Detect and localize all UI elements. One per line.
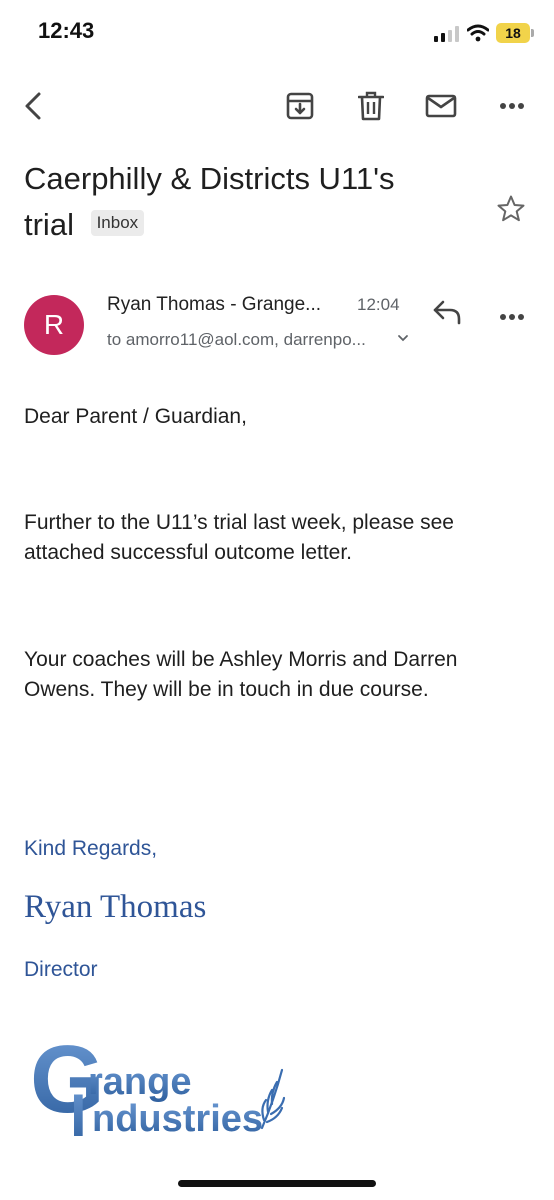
- battery-indicator: 18: [496, 23, 530, 43]
- chevron-left-icon: [25, 92, 41, 120]
- reply-button[interactable]: [432, 299, 462, 330]
- signature-name: Ryan Thomas: [24, 889, 207, 925]
- archive-button[interactable]: [283, 89, 317, 123]
- message-more-button[interactable]: [499, 308, 525, 326]
- inbox-label-badge[interactable]: Inbox: [90, 209, 145, 236]
- archive-icon: [286, 92, 314, 120]
- paragraph-1-line-2: attached successful outcome letter.: [24, 541, 353, 564]
- expand-recipients-chevron-icon[interactable]: [397, 330, 409, 346]
- email-subject: Caerphilly & Districts U11's trial Inbox: [24, 156, 464, 248]
- logo-text-range: range: [88, 1061, 191, 1103]
- subject-line-1: Caerphilly & Districts U11's: [24, 161, 395, 196]
- email-time: 12:04: [357, 295, 400, 314]
- status-time: 12:43: [38, 18, 95, 43]
- email-greeting: Dear Parent / Guardian,: [24, 405, 247, 428]
- paragraph-2-line-2: Owens. They will be in touch in due cour…: [24, 678, 429, 701]
- mark-unread-button[interactable]: [424, 89, 458, 123]
- reply-icon: [433, 300, 461, 325]
- cellular-signal-icon: [434, 26, 460, 42]
- email-paragraph-2: Your coaches will be Ashley Morris and D…: [24, 645, 534, 705]
- recipients-summary[interactable]: to amorro11@aol.com, darrenpo...: [107, 330, 366, 350]
- signature-closing: Kind Regards,: [24, 837, 158, 860]
- logo-letter-i: I: [70, 1082, 87, 1140]
- star-icon: [497, 195, 525, 222]
- feather-icon: [260, 1068, 286, 1130]
- paragraph-2-line-1: Your coaches will be Ashley Morris and D…: [24, 648, 458, 671]
- grange-industries-logo: G range I ndustries: [30, 1030, 286, 1140]
- more-horizontal-icon: [500, 314, 524, 320]
- email-paragraph-1: Further to the U11’s trial last week, pl…: [24, 508, 534, 568]
- sender-avatar[interactable]: R: [24, 295, 84, 355]
- wifi-icon: [467, 24, 489, 42]
- mail-icon: [425, 94, 457, 118]
- more-options-button[interactable]: [495, 89, 529, 123]
- sender-name[interactable]: Ryan Thomas - Grange...: [107, 294, 321, 316]
- delete-button[interactable]: [354, 89, 388, 123]
- battery-tip: [531, 29, 534, 37]
- star-button[interactable]: [496, 194, 526, 229]
- back-button[interactable]: [16, 89, 50, 123]
- logo-text-ndustries: ndustries: [92, 1098, 263, 1140]
- paragraph-1-line-1: Further to the U11’s trial last week, pl…: [24, 511, 454, 534]
- signature-title: Director: [24, 958, 98, 981]
- home-indicator[interactable]: [178, 1180, 376, 1187]
- subject-line-2: trial: [24, 207, 74, 242]
- more-horizontal-icon: [500, 103, 524, 109]
- trash-icon: [358, 91, 384, 121]
